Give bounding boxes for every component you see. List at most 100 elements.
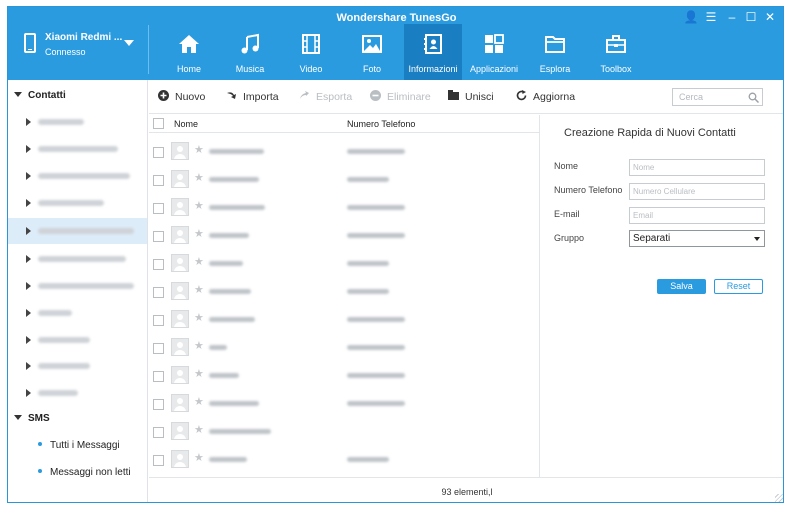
phone-label: Numero Telefono [554,185,623,195]
sidebar-account[interactable] [8,136,147,162]
row-checkbox[interactable] [153,259,164,270]
nav-label: Musica [235,64,265,74]
sidebar-account[interactable] [8,273,147,299]
sidebar-account[interactable] [8,327,147,353]
account-name-blurred [38,173,130,179]
sidebar-item-label: Messaggi non letti [50,467,131,478]
nav-home[interactable]: Home [160,24,218,80]
search-input[interactable]: Cerca [672,88,763,106]
maximize-icon[interactable]: ☐ [742,10,760,24]
row-checkbox[interactable] [153,147,164,158]
add-circle-icon [158,90,169,101]
sidebar-item-all-messages[interactable]: Tutti i Messaggi [38,440,120,451]
group-select[interactable]: Separati [629,230,765,247]
merge-button[interactable]: Unisci [448,90,494,103]
expand-triangle-icon [26,172,31,180]
name-field[interactable] [629,159,765,176]
contacts-header[interactable]: Contatti [14,90,66,101]
row-checkbox[interactable] [153,231,164,242]
contacts-header-label: Contatti [28,90,66,101]
contact-phone-blurred [347,233,405,238]
contact-row[interactable]: ★ [149,447,539,475]
new-button[interactable]: Nuovo [158,90,205,103]
phone-field[interactable] [629,183,765,200]
nav-photo[interactable]: Foto [343,24,401,80]
nav-toolbox[interactable]: Toolbox [587,24,645,80]
contact-row[interactable]: ★ [149,279,539,307]
contact-row[interactable]: ★ [149,307,539,335]
select-all-checkbox[interactable] [153,118,164,129]
star-icon[interactable]: ★ [194,283,204,296]
resize-grip-icon[interactable] [775,494,783,502]
nav-label: Toolbox [600,64,632,74]
device-selector[interactable]: Xiaomi Redmi ... Connesso [8,7,148,80]
contact-row[interactable]: ★ [149,195,539,223]
contact-phone-blurred [347,205,405,210]
star-icon[interactable]: ★ [194,311,204,324]
nav-video[interactable]: Video [282,24,340,80]
row-checkbox[interactable] [153,399,164,410]
collapse-triangle-icon [14,415,22,420]
contact-row[interactable]: ★ [149,335,539,363]
main-nav: Home Musica Video Foto Informazioni Appl… [160,24,648,80]
contact-name-blurred [209,233,249,238]
sidebar-account[interactable] [8,300,147,326]
star-icon[interactable]: ★ [194,255,204,268]
row-checkbox[interactable] [153,427,164,438]
row-checkbox[interactable] [153,315,164,326]
star-icon[interactable]: ★ [194,339,204,352]
sidebar-account[interactable] [8,380,147,406]
row-checkbox[interactable] [153,343,164,354]
sidebar-item-unread-messages[interactable]: Messaggi non letti [38,467,131,478]
sidebar-account[interactable] [8,163,147,189]
expand-triangle-icon [26,389,31,397]
expand-triangle-icon [26,118,31,126]
row-checkbox[interactable] [153,203,164,214]
contact-row[interactable]: ★ [149,363,539,391]
user-icon[interactable]: 👤 [682,10,700,24]
sidebar-account[interactable] [8,109,147,135]
nav-info[interactable]: Informazioni [404,24,462,80]
nav-label: Applicazioni [469,64,519,74]
contact-row[interactable]: ★ [149,223,539,251]
star-icon[interactable]: ★ [194,451,204,464]
contact-row[interactable]: ★ [149,167,539,195]
account-name-blurred [38,200,104,206]
sidebar-account[interactable] [8,353,147,379]
nav-music[interactable]: Musica [221,24,279,80]
sidebar-account[interactable] [8,190,147,216]
email-field[interactable] [629,207,765,224]
merge-button-label: Unisci [465,91,494,103]
export-button[interactable]: Esporta [299,90,352,103]
reset-button[interactable]: Reset [714,279,763,294]
star-icon[interactable]: ★ [194,395,204,408]
sidebar-account[interactable] [8,246,147,272]
import-button[interactable]: Importa [226,90,279,103]
star-icon[interactable]: ★ [194,227,204,240]
nav-apps[interactable]: Applicazioni [465,24,523,80]
contact-row[interactable]: ★ [149,419,539,447]
chevron-down-icon[interactable] [124,40,134,46]
contact-row[interactable]: ★ [149,391,539,419]
star-icon[interactable]: ★ [194,423,204,436]
menu-icon[interactable]: ☰ [702,10,720,24]
star-icon[interactable]: ★ [194,171,204,184]
star-icon[interactable]: ★ [194,199,204,212]
star-icon[interactable]: ★ [194,367,204,380]
star-icon[interactable]: ★ [194,143,204,156]
row-checkbox[interactable] [153,455,164,466]
row-checkbox[interactable] [153,371,164,382]
save-button[interactable]: Salva [657,279,706,294]
delete-button[interactable]: Eliminare [370,90,431,103]
row-checkbox[interactable] [153,175,164,186]
contact-row[interactable]: ★ [149,251,539,279]
sms-header[interactable]: SMS [14,413,50,424]
nav-explore[interactable]: Esplora [526,24,584,80]
search-icon[interactable] [748,92,759,103]
row-checkbox[interactable] [153,287,164,298]
contact-row[interactable]: ★ [149,139,539,167]
minimize-icon[interactable]: – [723,10,741,24]
close-icon[interactable]: ✕ [761,10,779,24]
sidebar-account-selected[interactable] [8,218,147,244]
refresh-button[interactable]: Aggiorna [516,90,575,103]
